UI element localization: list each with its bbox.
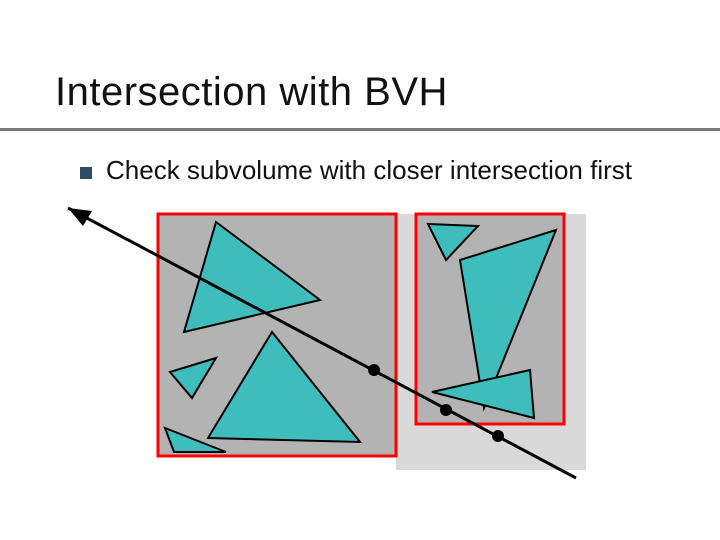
intersection-dot-0: [368, 364, 380, 376]
intersection-dot-2: [492, 430, 504, 442]
ray-arrowhead-icon: [68, 208, 92, 226]
intersection-dot-1: [440, 404, 452, 416]
bvh-diagram: [0, 0, 720, 540]
